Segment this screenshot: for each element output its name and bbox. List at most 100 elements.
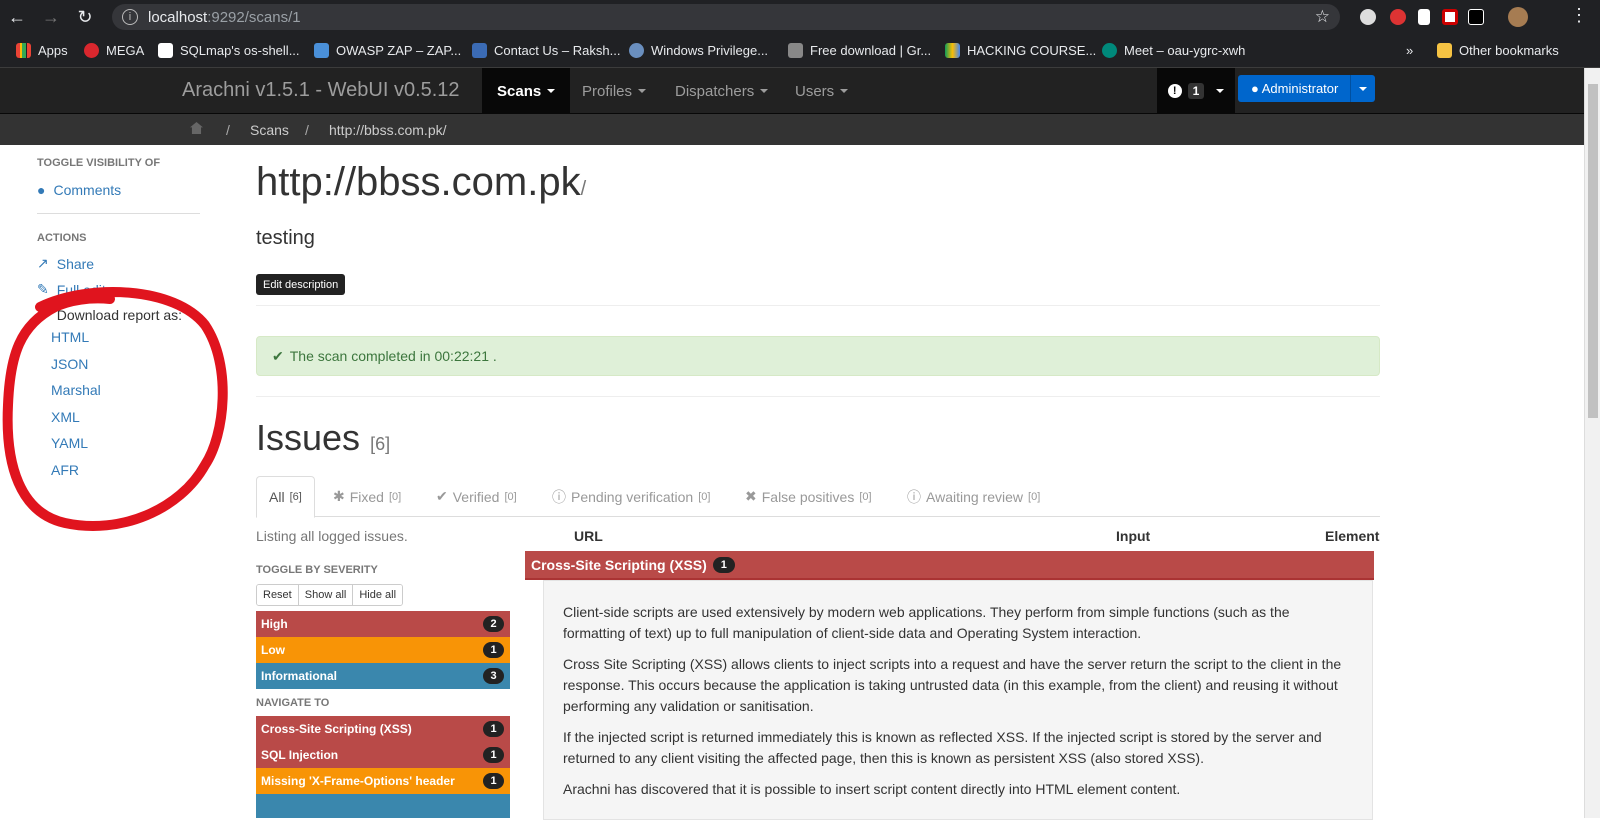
home-icon[interactable] [190, 122, 203, 134]
download-marshal[interactable]: Marshal [51, 382, 101, 398]
extension-icon[interactable] [1360, 9, 1376, 25]
bookmark-meet[interactable]: Meet – oau-ygrc-xwh [1102, 43, 1245, 58]
navigate-heading: NAVIGATE TO [256, 697, 330, 709]
url-path: :9292/scans/1 [207, 8, 301, 26]
comments-toggle[interactable]: ● Comments [37, 182, 121, 198]
caret-down-icon [760, 89, 769, 93]
bookmark-star-icon[interactable]: ☆ [1315, 7, 1330, 27]
issue-tabs: All [6] ✱ Fixed [0] ✔ Verified [0] ⓘ Pending v… [256, 476, 1380, 518]
extension-icon[interactable] [1442, 9, 1458, 25]
admin-button[interactable]: ● Administrator [1238, 75, 1375, 102]
severity-high[interactable]: High 2 [256, 611, 510, 637]
asterisk-icon: ✱ [333, 488, 345, 504]
address-bar[interactable]: i localhost:9292/scans/1 ☆ [112, 4, 1340, 30]
tab-fixed[interactable]: ✱ Fixed [0] [333, 476, 401, 517]
nav-sql-injection[interactable]: SQL Injection 1 [256, 742, 510, 768]
mega-icon [84, 43, 99, 58]
share-link[interactable]: ↗ Share [37, 255, 94, 272]
bookmark-mega[interactable]: MEGA [84, 43, 144, 58]
bookmark-hacking[interactable]: HACKING COURSE... [945, 43, 1096, 58]
extension-icon[interactable] [1390, 9, 1406, 25]
nav-scans[interactable]: Scans [482, 68, 571, 114]
xss-issue-header[interactable]: Cross-Site Scripting (XSS) 1 [525, 551, 1374, 580]
check-icon: ✔ [272, 347, 284, 364]
reload-icon[interactable]: ↻ [68, 0, 102, 34]
back-icon[interactable]: ← [0, 0, 34, 34]
nav-xss[interactable]: Cross-Site Scripting (XSS) 1 [256, 716, 510, 742]
folder-icon [1437, 43, 1452, 58]
bookmark-download[interactable]: Free download | Gr... [788, 43, 931, 58]
url-host: localhost [148, 8, 208, 26]
notification-count: 1 [1187, 83, 1205, 99]
info-circle-icon: ⓘ [552, 488, 566, 505]
breadcrumb-scans[interactable]: Scans [250, 122, 289, 138]
download-yaml[interactable]: YAML [51, 435, 88, 451]
scan-description: testing [256, 227, 315, 249]
bookmarks-overflow[interactable]: » [1406, 43, 1413, 58]
count-badge: 1 [483, 642, 504, 658]
info-circle-icon: ⓘ [907, 488, 921, 505]
nav-next-issue[interactable] [256, 794, 510, 818]
rocket-icon [788, 43, 803, 58]
show-all-button[interactable]: Show all [298, 585, 354, 605]
comments-icon: ● [37, 182, 46, 198]
count-badge: 1 [712, 556, 735, 573]
severity-low[interactable]: Low 1 [256, 637, 510, 663]
scrollbar[interactable] [1584, 68, 1600, 818]
full-edit-link[interactable]: ✎ Full edit [37, 281, 106, 298]
admin-dropdown-toggle[interactable] [1350, 75, 1375, 102]
extension-icon[interactable] [1418, 9, 1430, 25]
column-element: Element [1325, 528, 1380, 544]
count-badge: 1 [483, 773, 504, 789]
tab-verified[interactable]: ✔ Verified [0] [436, 476, 517, 517]
count-badge: 1 [483, 747, 504, 763]
breadcrumb-current: http://bbss.com.pk/ [329, 121, 447, 138]
nav-users[interactable]: Users [780, 68, 863, 114]
check-icon: ✔ [436, 488, 448, 504]
caret-down-icon [638, 89, 647, 93]
xss-paragraph: Cross Site Scripting (XSS) allows client… [563, 656, 1342, 714]
scrollbar-thumb[interactable] [1588, 84, 1598, 418]
drive-icon [945, 43, 960, 58]
hide-all-button[interactable]: Hide all [353, 585, 403, 605]
reset-button[interactable]: Reset [257, 585, 299, 605]
forward-icon[interactable]: → [34, 0, 68, 34]
download-icon: ↧ [37, 306, 49, 322]
column-url: URL [574, 528, 603, 544]
scan-status-alert: ✔ The scan completed in 00:22:21 . [256, 336, 1380, 376]
brand[interactable]: Arachni v1.5.1 - WebUI v0.5.12 [182, 79, 460, 102]
menu-icon[interactable]: ⋮ [1570, 5, 1588, 26]
notifications-dropdown[interactable]: ! 1 [1157, 68, 1235, 114]
xss-paragraph: Arachni has discovered that it is possib… [563, 781, 1181, 797]
tab-false-positives[interactable]: ✖ False positives [0] [745, 476, 872, 517]
exclamation-icon: ! [1167, 84, 1182, 98]
tab-pending-verification[interactable]: ⓘ Pending verification [0] [552, 476, 710, 517]
nav-x-frame-options[interactable]: Missing 'X-Frame-Options' header 1 [256, 768, 510, 794]
tab-all[interactable]: All [6] [256, 476, 315, 518]
bookmark-zap[interactable]: OWASP ZAP – ZAP... [314, 43, 461, 58]
info-icon[interactable]: i [122, 9, 138, 25]
extension-icon[interactable] [1468, 9, 1484, 25]
scan-title: http://bbss.com.pk/ [256, 160, 587, 204]
severity-informational[interactable]: Informational 3 [256, 663, 510, 689]
bookmark-apps[interactable]: Apps [16, 43, 68, 58]
edit-description-button[interactable]: Edit description [256, 274, 346, 295]
download-xml[interactable]: XML [51, 409, 80, 425]
bookmark-windows[interactable]: Windows Privilege... [629, 43, 768, 58]
apps-grid-icon [16, 43, 31, 58]
bookmarks-bar: Apps MEGA SQLmap's os-shell... OWASP ZAP… [0, 34, 1600, 68]
bookmark-sqlmap[interactable]: SQLmap's os-shell... [158, 43, 300, 58]
avatar[interactable] [1508, 7, 1528, 27]
download-json[interactable]: JSON [51, 356, 88, 372]
meet-icon [1102, 43, 1117, 58]
user-icon: ● [1251, 81, 1259, 96]
caret-down-icon [1216, 89, 1225, 93]
count-badge: 3 [483, 668, 504, 684]
nav-dispatchers[interactable]: Dispatchers [660, 68, 783, 114]
nav-profiles[interactable]: Profiles [567, 68, 661, 114]
download-afr[interactable]: AFR [51, 462, 79, 478]
bookmark-contact[interactable]: Contact Us – Raksh... [472, 43, 620, 58]
download-html[interactable]: HTML [51, 329, 89, 345]
tab-awaiting-review[interactable]: ⓘ Awaiting review [0] [907, 476, 1040, 517]
other-bookmarks[interactable]: Other bookmarks [1437, 43, 1559, 58]
